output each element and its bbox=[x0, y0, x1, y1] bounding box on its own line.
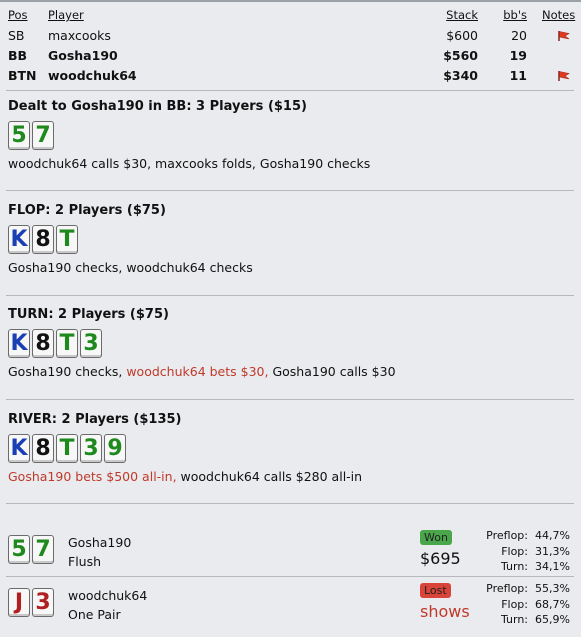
card: 5 bbox=[8, 535, 30, 564]
divider bbox=[6, 399, 574, 400]
card: T bbox=[56, 225, 78, 254]
preflop-title: Dealt to Gosha190 in BB: 3 Players ($15) bbox=[8, 99, 307, 114]
header-stack[interactable]: Stack bbox=[446, 8, 478, 22]
card: T bbox=[56, 329, 78, 358]
player-row-bb: BB Gosha190 $560 19 bbox=[0, 46, 581, 66]
equity-value: 55,3% bbox=[535, 582, 570, 595]
header-bbs[interactable]: bb's bbox=[503, 8, 527, 22]
shown-cards: 5 7 bbox=[8, 535, 54, 564]
flop-title: FLOP: 2 Players ($75) bbox=[8, 203, 166, 218]
equity-value: 34,1% bbox=[535, 560, 570, 573]
equity-value: 44,7% bbox=[535, 529, 570, 542]
player-pos: BTN bbox=[8, 68, 37, 83]
player-row-sb: SB maxcooks $600 20 bbox=[0, 26, 581, 46]
card: J bbox=[8, 588, 30, 617]
flop-action: Gosha190 checks, woodchuk64 checks bbox=[8, 260, 253, 275]
river-action-part: woodchuk64 calls $280 all-in bbox=[176, 469, 363, 484]
board-cards: K 8 T 3 9 bbox=[8, 434, 574, 463]
card: 3 bbox=[80, 434, 102, 463]
card: 8 bbox=[32, 329, 54, 358]
players-table: Pos Player Stack bb's Notes SB maxcooks … bbox=[0, 6, 581, 86]
player-bbs: 19 bbox=[509, 48, 527, 63]
red-flag-icon[interactable] bbox=[557, 70, 571, 82]
top-border bbox=[0, 0, 581, 2]
river-action-bet: Gosha190 bets $500 all-in, bbox=[8, 469, 177, 484]
result-amount: shows bbox=[420, 602, 470, 621]
card: 9 bbox=[104, 434, 126, 463]
river-section: RIVER: 2 Players ($135) K 8 T 3 9 Gosha1… bbox=[8, 412, 574, 484]
card: 5 bbox=[8, 121, 30, 150]
lost-badge: Lost bbox=[420, 583, 451, 598]
divider bbox=[6, 503, 574, 504]
divider bbox=[6, 90, 574, 91]
equity-label: Turn: bbox=[500, 613, 528, 626]
player-stack: $340 bbox=[443, 68, 478, 83]
result-loser: J 3 woodchuk64 One Pair Lost shows Prefl… bbox=[0, 580, 581, 634]
header-player[interactable]: Player bbox=[48, 8, 84, 22]
players-header: Pos Player Stack bb's Notes bbox=[0, 6, 581, 26]
equity-value: 68,7% bbox=[535, 597, 570, 611]
equity-value: 65,9% bbox=[535, 613, 570, 626]
player-name[interactable]: woodchuk64 bbox=[48, 68, 137, 83]
player-stack: $600 bbox=[446, 28, 478, 43]
result-amount: $695 bbox=[420, 549, 461, 568]
board-cards: K 8 T bbox=[8, 225, 574, 254]
divider bbox=[6, 190, 574, 191]
turn-action-bet: woodchuk64 bets $30, bbox=[126, 364, 269, 379]
card: K bbox=[8, 225, 30, 254]
player-name[interactable]: maxcooks bbox=[48, 28, 111, 43]
divider bbox=[6, 576, 574, 577]
card: 8 bbox=[32, 434, 54, 463]
red-flag-icon[interactable] bbox=[557, 30, 571, 42]
card: K bbox=[8, 329, 30, 358]
player-pos: SB bbox=[8, 28, 25, 43]
hole-cards: 5 7 bbox=[8, 121, 574, 150]
preflop-action: woodchuk64 calls $30, maxcooks folds, Go… bbox=[8, 156, 371, 171]
turn-action: Gosha190 checks, woodchuk64 bets $30, Go… bbox=[8, 364, 574, 379]
result-player-name[interactable]: woodchuk64 bbox=[68, 588, 147, 603]
preflop-section: Dealt to Gosha190 in BB: 3 Players ($15)… bbox=[8, 99, 574, 171]
card: K bbox=[8, 434, 30, 463]
equity-label: Preflop: bbox=[486, 582, 528, 595]
divider bbox=[6, 295, 574, 296]
equity-label: Turn: bbox=[500, 560, 528, 573]
river-title: RIVER: 2 Players ($135) bbox=[8, 412, 182, 427]
river-action: Gosha190 bets $500 all-in, woodchuk64 ca… bbox=[8, 469, 574, 484]
result-winner: 5 7 Gosha190 Flush Won $695 Preflop: 44,7… bbox=[0, 527, 581, 581]
turn-section: TURN: 2 Players ($75) K 8 T 3 Gosha190 c… bbox=[8, 307, 574, 379]
won-badge: Won bbox=[420, 530, 452, 545]
equity-stats: Preflop: 44,7% Flop: 31,3% Turn: 34,1% bbox=[480, 529, 572, 576]
flop-section: FLOP: 2 Players ($75) K 8 T Gosha190 che… bbox=[8, 203, 574, 275]
result-player-name[interactable]: Gosha190 bbox=[68, 535, 131, 550]
equity-stats: Preflop: 55,3% Flop: 68,7% Turn: 65,9% bbox=[480, 582, 572, 629]
card: 3 bbox=[80, 329, 102, 358]
board-cards: K 8 T 3 bbox=[8, 329, 574, 358]
player-stack: $560 bbox=[443, 48, 478, 63]
result-hand: Flush bbox=[68, 554, 102, 569]
player-pos: BB bbox=[8, 48, 28, 63]
player-row-btn: BTN woodchuk64 $340 11 bbox=[0, 66, 581, 86]
shown-cards: J 3 bbox=[8, 588, 54, 617]
equity-value: 31,3% bbox=[535, 544, 570, 558]
player-bbs: 11 bbox=[509, 68, 527, 83]
equity-label: Flop: bbox=[501, 597, 528, 611]
header-pos[interactable]: Pos bbox=[8, 8, 28, 22]
turn-action-part: Gosha190 calls $30 bbox=[268, 364, 396, 379]
card: 7 bbox=[32, 121, 54, 150]
turn-title: TURN: 2 Players ($75) bbox=[8, 307, 169, 322]
card: 3 bbox=[32, 588, 54, 617]
card: 8 bbox=[32, 225, 54, 254]
player-name[interactable]: Gosha190 bbox=[48, 48, 118, 63]
equity-label: Preflop: bbox=[486, 529, 528, 542]
player-bbs: 20 bbox=[511, 28, 527, 43]
turn-action-part: Gosha190 checks, bbox=[8, 364, 127, 379]
equity-label: Flop: bbox=[501, 544, 528, 558]
header-notes[interactable]: Notes bbox=[542, 8, 575, 22]
card: 7 bbox=[32, 535, 54, 564]
card: T bbox=[56, 434, 78, 463]
result-hand: One Pair bbox=[68, 607, 121, 622]
